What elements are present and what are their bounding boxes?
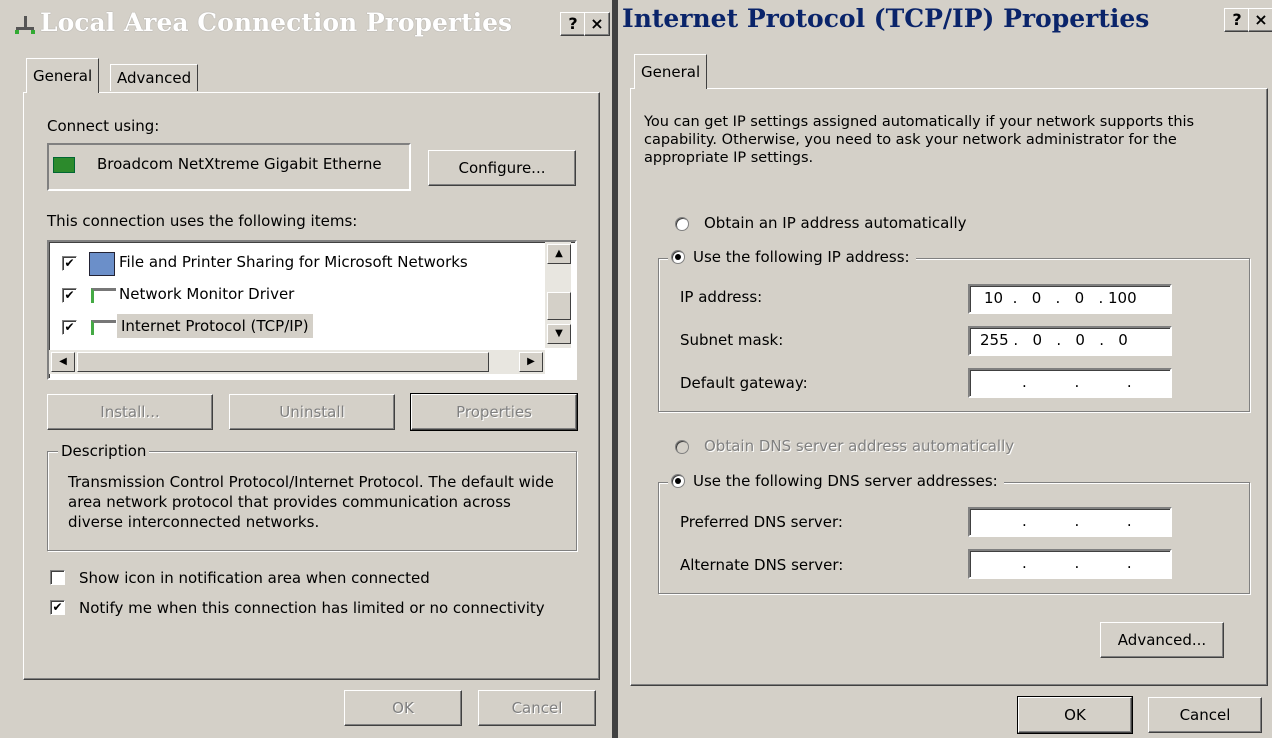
scroll-up-button[interactable]: ▲: [547, 244, 571, 264]
preferred-dns-value: . . .: [1022, 512, 1132, 530]
alternate-dns-label: Alternate DNS server:: [680, 556, 844, 574]
cancel-button[interactable]: Cancel: [478, 690, 596, 726]
tab-general-label: General: [33, 67, 93, 85]
list-item[interactable]: ✔ Network Monitor Driver: [49, 282, 539, 310]
alternate-dns-value: . . .: [1022, 554, 1132, 572]
close-button[interactable]: ×: [1248, 8, 1272, 32]
items-list: ✔ File and Printer Sharing for Microsoft…: [47, 240, 577, 380]
ip-address-value: 10 . 0 . 0 . 100: [984, 289, 1137, 307]
scroll-left-button[interactable]: ◀: [51, 352, 75, 372]
tab-general[interactable]: General: [26, 58, 100, 93]
notify-checkbox[interactable]: ✔: [50, 600, 65, 615]
item-checkbox[interactable]: ✔: [62, 288, 77, 303]
uninstall-button[interactable]: Uninstall: [229, 394, 395, 430]
help-button[interactable]: ?: [1224, 8, 1250, 32]
title-bar[interactable]: Local Area Connection Properties ? ×: [0, 0, 612, 44]
use-ip-legend: Use the following IP address:: [668, 248, 916, 266]
item-label: Network Monitor Driver: [119, 285, 295, 303]
description-text: Transmission Control Protocol/Internet P…: [68, 473, 554, 531]
default-gateway-field[interactable]: . . .: [968, 368, 1172, 398]
use-ip-label: Use the following IP address:: [693, 248, 910, 266]
horizontal-scrollbar[interactable]: ◀ ▶: [49, 350, 545, 374]
window-title: Internet Protocol (TCP/IP) Properties: [622, 4, 1150, 33]
item-checkbox[interactable]: ✔: [62, 256, 77, 271]
items-label: This connection uses the following items…: [47, 212, 358, 230]
file-printer-icon: [89, 252, 115, 276]
advanced-button[interactable]: Advanced...: [1100, 622, 1224, 658]
install-button[interactable]: Install...: [47, 394, 213, 430]
cancel-button[interactable]: Cancel: [1148, 697, 1262, 733]
properties-button[interactable]: Properties: [410, 393, 578, 431]
adapter-name: Broadcom NetXtreme Gigabit Etherne: [97, 155, 382, 173]
obtain-ip-radio[interactable]: [675, 217, 689, 231]
item-checkbox[interactable]: ✔: [62, 320, 77, 335]
adapter-icon: [53, 157, 75, 173]
obtain-dns-radio[interactable]: [675, 440, 689, 454]
vertical-scrollbar[interactable]: ▲ ▼: [545, 242, 571, 348]
preferred-dns-label: Preferred DNS server:: [680, 513, 843, 531]
use-dns-legend: Use the following DNS server addresses:: [668, 472, 1004, 490]
scroll-down-button[interactable]: ▼: [547, 324, 571, 344]
network-protocol-icon: [91, 320, 116, 335]
show-icon-label: Show icon in notification area when conn…: [79, 569, 430, 587]
intro-text: You can get IP settings assigned automat…: [644, 114, 1195, 166]
network-icon: [14, 14, 36, 36]
show-icon-checkbox[interactable]: [50, 570, 65, 585]
tab-general-label: General: [641, 63, 701, 81]
ip-address-field[interactable]: 10 . 0 . 0 . 100: [968, 284, 1172, 314]
list-item[interactable]: ✔ File and Printer Sharing for Microsoft…: [49, 250, 539, 278]
list-item[interactable]: ✔ Internet Protocol (TCP/IP): [49, 314, 539, 342]
scroll-thumb[interactable]: [547, 292, 571, 320]
tab-general[interactable]: General: [634, 54, 708, 89]
notify-label: Notify me when this connection has limit…: [79, 599, 545, 617]
help-button[interactable]: ?: [560, 12, 586, 36]
title-bar[interactable]: Internet Protocol (TCP/IP) Properties ? …: [618, 0, 1272, 44]
local-area-connection-dialog: Local Area Connection Properties ? × Adv…: [0, 0, 612, 738]
subnet-mask-field[interactable]: 255 . 0 . 0 . 0: [968, 326, 1172, 356]
configure-button[interactable]: Configure...: [428, 150, 576, 186]
connect-using-label: Connect using:: [47, 117, 160, 135]
ok-button[interactable]: OK: [344, 690, 462, 726]
scroll-thumb-horizontal[interactable]: [77, 352, 489, 372]
alternate-dns-field[interactable]: . . .: [968, 549, 1172, 579]
window-title: Local Area Connection Properties: [40, 8, 513, 37]
description-legend: Description: [58, 442, 150, 460]
obtain-dns-label: Obtain DNS server address automatically: [704, 437, 1015, 455]
subnet-mask-label: Subnet mask:: [680, 331, 784, 349]
use-dns-radio[interactable]: [671, 474, 685, 488]
use-dns-label: Use the following DNS server addresses:: [693, 472, 998, 490]
preferred-dns-field[interactable]: . . .: [968, 507, 1172, 537]
ok-button[interactable]: OK: [1017, 696, 1133, 734]
tcpip-properties-dialog: Internet Protocol (TCP/IP) Properties ? …: [618, 0, 1272, 738]
ip-address-label: IP address:: [680, 288, 763, 306]
adapter-field: Broadcom NetXtreme Gigabit Etherne: [47, 143, 411, 191]
obtain-ip-label: Obtain an IP address automatically: [704, 214, 967, 232]
tab-advanced[interactable]: Advanced: [110, 64, 199, 91]
item-label: File and Printer Sharing for Microsoft N…: [119, 253, 468, 271]
default-gateway-value: . . .: [1022, 373, 1132, 391]
item-label: Internet Protocol (TCP/IP): [117, 314, 313, 338]
network-protocol-icon: [91, 288, 116, 303]
use-ip-radio[interactable]: [671, 250, 685, 264]
close-button[interactable]: ×: [584, 12, 610, 36]
default-gateway-label: Default gateway:: [680, 374, 808, 392]
subnet-mask-value: 255 . 0 . 0 . 0: [980, 331, 1128, 349]
tab-advanced-label: Advanced: [117, 69, 192, 87]
scroll-right-button[interactable]: ▶: [519, 352, 543, 372]
